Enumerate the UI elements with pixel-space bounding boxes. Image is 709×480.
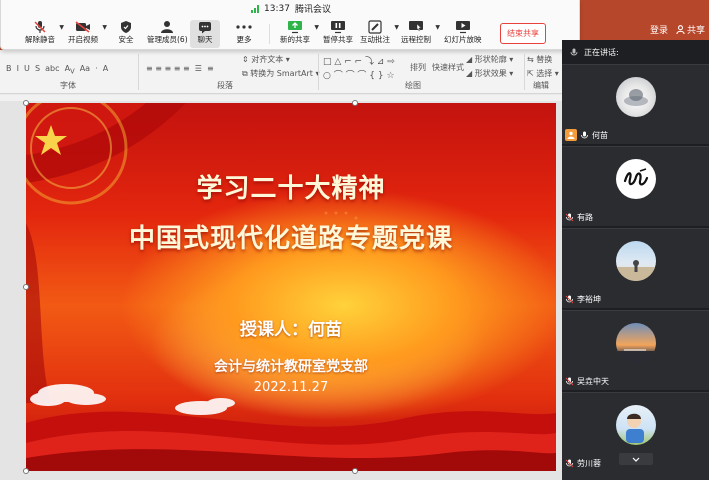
participant-tile[interactable]: 李裕坤 <box>562 228 709 308</box>
shape-outline-button[interactable]: ◢ 形状轮廓 ▾ <box>466 54 513 65</box>
signal-icon <box>251 4 259 13</box>
login-link[interactable]: 登录 <box>650 23 668 36</box>
selection-handle[interactable] <box>352 100 358 106</box>
muted-mic-icon <box>565 295 574 304</box>
ribbon-divider <box>524 54 525 90</box>
participant-name: 劳川蓉 <box>577 459 601 468</box>
ppt-ribbon: B I U S abc AV Aa · A 字体 ≡ ≡ ≡ ≡ ≡ ☰ ≡ ⇕… <box>0 50 562 94</box>
caret-down-icon[interactable]: ▼ <box>435 24 440 31</box>
chevron-down-icon <box>632 457 640 462</box>
muted-mic-icon <box>31 20 49 34</box>
toolbar-divider <box>269 24 270 44</box>
header-right: 登录 共享 <box>579 18 709 40</box>
pause-share-icon <box>329 20 347 34</box>
remote-control-button[interactable]: 远程控制 ▼ <box>401 20 440 48</box>
person-icon <box>676 24 685 34</box>
pause-share-button[interactable]: 暂停共享 <box>323 20 353 48</box>
panel-scroll-down-button[interactable] <box>619 453 653 465</box>
font-format-row[interactable]: B I U S abc AV Aa · A <box>6 64 111 76</box>
remote-control-icon <box>407 20 425 34</box>
slide-date: 2022.11.27 <box>253 380 329 395</box>
avatar <box>616 241 656 281</box>
more-icon <box>235 20 253 34</box>
participant-name: 有路 <box>577 213 593 222</box>
participant-tile[interactable]: 何苗 <box>562 64 709 144</box>
participant-name: 吴垚中天 <box>577 377 609 386</box>
meeting-time: 13:37 <box>264 3 290 14</box>
unmute-button[interactable]: 解除静音 ▼ <box>25 20 64 48</box>
chat-button[interactable]: 聊天 <box>190 20 220 48</box>
slide[interactable]: 学习二十大精神 中国式现代化道路专题党课 授课人：何苗 会计与统计教研室党支部 … <box>26 103 556 471</box>
share-link[interactable]: 共享 <box>676 23 705 36</box>
annotate-button[interactable]: 互动批注 ▼ <box>360 20 399 48</box>
participant-tile[interactable]: 吴垚中天 <box>562 310 709 390</box>
members-icon <box>158 20 176 34</box>
shield-icon <box>117 20 135 34</box>
host-badge-icon <box>565 129 577 141</box>
caret-down-icon[interactable]: ▼ <box>59 24 64 31</box>
participant-tile[interactable]: 劳川蓉 <box>562 392 709 480</box>
shape-effect-button[interactable]: ◢ 形状效果 ▾ <box>466 68 513 79</box>
group-label-edit: 编辑 <box>533 81 549 90</box>
start-video-button[interactable]: 开启视频 ▼ <box>68 20 107 48</box>
slide-lecturer: 授课人：何苗 <box>240 320 342 340</box>
group-label-font: 字体 <box>60 81 76 90</box>
manage-members-button[interactable]: 管理成员(6) <box>147 20 188 48</box>
muted-mic-icon <box>565 377 574 386</box>
slideshow-icon <box>454 20 472 34</box>
star-icon <box>35 125 67 155</box>
quick-style-button[interactable]: 快速样式 <box>432 62 464 73</box>
caret-down-icon[interactable]: ▼ <box>102 24 107 31</box>
meeting-app-name: 腾讯会议 <box>294 5 331 15</box>
slide-title-line2: 中国式现代化道路专题党课 <box>128 224 453 254</box>
meeting-toolbar: 13:37 腾讯会议 解除静音 ▼ 开启视频 ▼ 安全 管理成员(6) 聊天 更… <box>0 0 580 50</box>
avatar <box>616 77 656 117</box>
speaking-indicator: 正在讲话: <box>562 40 709 64</box>
avatar <box>616 323 656 363</box>
muted-mic-icon <box>565 213 574 222</box>
avatar <box>616 159 656 199</box>
video-off-icon <box>74 20 92 34</box>
caret-down-icon[interactable]: ▼ <box>314 24 319 31</box>
shapes-gallery-row2[interactable]: ○ ⌒ ⌒ ⌒ { } ☆ <box>323 68 395 81</box>
new-share-button[interactable]: 新的共享 ▼ <box>280 20 319 48</box>
mic-icon <box>581 131 588 138</box>
slide-department: 会计与统计教研室党支部 <box>214 359 368 375</box>
muted-mic-icon <box>565 459 574 468</box>
slideshow-button[interactable]: 幻灯片放映 <box>444 20 482 48</box>
participants-panel: 正在讲话: 何苗 有路 李裕坤 吴垚中天 劳川蓉 <box>562 40 709 480</box>
new-share-icon <box>286 20 304 34</box>
selection-handle[interactable] <box>352 468 358 474</box>
selection-handle[interactable] <box>23 468 29 474</box>
align-row[interactable]: ≡ ≡ ≡ ≡ ≡ ☰ ≡ <box>146 64 214 73</box>
align-text-button[interactable]: ⇕ 对齐文本 ▾ <box>242 54 290 65</box>
participant-name: 何苗 <box>592 130 608 140</box>
ruler <box>0 95 562 101</box>
speaker-icon <box>570 48 578 55</box>
annotate-icon <box>366 20 384 34</box>
end-share-button[interactable]: 结束共享 <box>500 23 546 44</box>
ribbon-divider <box>318 54 319 90</box>
arrange-button[interactable]: 排列 <box>410 62 426 73</box>
slide-title-line1: 学习二十大精神 <box>196 174 386 204</box>
group-label-paragraph: 段落 <box>217 81 233 90</box>
security-button[interactable]: 安全 <box>117 20 135 48</box>
selection-handle[interactable] <box>23 100 29 106</box>
meeting-status: 13:37 腾讯会议 <box>251 2 331 15</box>
avatar <box>616 405 656 445</box>
slide-decoration <box>26 103 556 471</box>
shapes-gallery[interactable]: □ △ ⌐ ⌐ ⤵ ⊿ ⇨ <box>323 54 395 67</box>
participant-tile[interactable]: 有路 <box>562 146 709 226</box>
selection-handle[interactable] <box>23 284 29 290</box>
select-button[interactable]: ⇱ 选择 ▾ <box>527 68 559 79</box>
more-button[interactable]: 更多 <box>235 20 253 48</box>
smartart-button[interactable]: ⧉ 转换为 SmartArt ▾ <box>242 68 319 79</box>
caret-down-icon[interactable]: ▼ <box>394 24 399 31</box>
group-label-drawing: 绘图 <box>405 81 421 90</box>
participant-name: 李裕坤 <box>577 295 601 304</box>
ribbon-divider <box>138 54 139 90</box>
chat-icon <box>196 20 214 34</box>
replace-button[interactable]: ⇆ 替换 <box>527 54 552 65</box>
